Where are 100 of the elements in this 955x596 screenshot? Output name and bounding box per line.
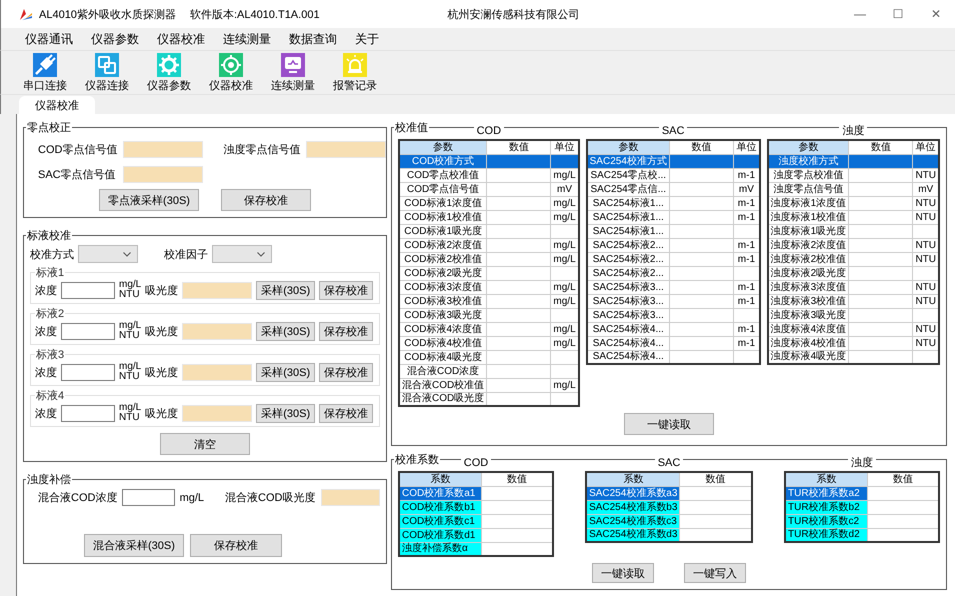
table-row[interactable]: 浊度标液3吸光度	[768, 308, 939, 322]
menu-item[interactable]: 数据查询	[287, 28, 339, 50]
table-row[interactable]: 浊度标液1校准值 NTU	[768, 210, 939, 224]
table-cell[interactable]: COD校准系数b1	[399, 500, 481, 514]
table-cell[interactable]: SAC254校准系数c3	[586, 514, 680, 528]
table-row[interactable]: SAC254标液1... m-1	[586, 210, 760, 224]
table-row[interactable]: 浊度标液4吸光度	[768, 350, 939, 364]
table-row[interactable]: COD标液1吸光度	[399, 224, 579, 238]
menu-item[interactable]: 仪器校准	[155, 28, 207, 50]
table-row[interactable]: SAC254零点校... m-1	[586, 168, 760, 182]
table-row[interactable]: COD标液3校准值 mg/L	[399, 294, 579, 308]
table-cell[interactable]: COD校准系数a1	[399, 486, 481, 500]
menu-item[interactable]: 仪器参数	[89, 28, 141, 50]
table-row[interactable]: 浊度校准方式	[768, 154, 939, 168]
button[interactable]: 采样(30S)	[256, 280, 316, 300]
input-field[interactable]	[122, 489, 175, 506]
input-field[interactable]	[61, 404, 115, 422]
table-row[interactable]: SAC254标液4...	[586, 350, 760, 364]
table-row[interactable]: COD标液4校准值 mg/L	[399, 336, 579, 350]
table-row[interactable]: COD标液1浓度值 mg/L	[399, 196, 579, 210]
minimize-button[interactable]: —	[841, 7, 879, 21]
unit-label: NTU	[119, 290, 140, 300]
table-row[interactable]: 浊度标液2校准值 NTU	[768, 252, 939, 266]
button[interactable]: 保存校准	[319, 362, 374, 382]
toolbar-button[interactable]: 串口连接	[21, 51, 69, 94]
table-cell[interactable]: SAC254校准系数d3	[586, 528, 680, 542]
table-cell[interactable]: COD校准系数c1	[399, 514, 481, 528]
table-cell[interactable]: TUR校准系数c2	[785, 514, 867, 528]
table-row[interactable]: COD标液2校准值 mg/L	[399, 252, 579, 266]
table-cell[interactable]: SAC254校准系数a3	[586, 486, 680, 500]
button[interactable]: 混合液采样(30S)	[84, 534, 184, 557]
table-row[interactable]: 混合液COD吸光度	[399, 392, 579, 406]
toolbar-button[interactable]: 仪器校准	[207, 51, 255, 94]
table-row[interactable]: SAC254标液2... m-1	[586, 238, 760, 252]
tab[interactable]: 仪器校准	[19, 96, 95, 114]
table-row[interactable]: 浊度标液4浓度值 NTU	[768, 322, 939, 336]
button[interactable]: 一键写入	[684, 563, 746, 583]
table-row[interactable]: SAC254校准方式	[586, 154, 760, 168]
table-row[interactable]: COD标液2浓度值 mg/L	[399, 238, 579, 252]
table-row[interactable]: COD零点信号值 mV	[399, 182, 579, 196]
toolbar-button[interactable]: 连续测量	[269, 51, 317, 94]
table-row[interactable]: SAC254标液2...	[586, 266, 760, 280]
table-row[interactable]: COD标液4浓度值 mg/L	[399, 322, 579, 336]
table-cell[interactable]: TUR校准系数b2	[785, 500, 867, 514]
table-row[interactable]: SAC254零点信... mV	[586, 182, 760, 196]
table-cell[interactable]: COD校准系数d1	[399, 528, 481, 542]
table-row[interactable]: 浊度零点校准值 NTU	[768, 168, 939, 182]
toolbar-button[interactable]: 仪器连接	[83, 51, 131, 94]
table-row[interactable]: 浊度标液3校准值 NTU	[768, 294, 939, 308]
table-row[interactable]: SAC254标液3... m-1	[586, 294, 760, 308]
button[interactable]: 一键读取	[592, 563, 654, 583]
button[interactable]: 采样(30S)	[256, 322, 316, 340]
menu-item[interactable]: 连续测量	[221, 28, 273, 50]
button[interactable]: 采样(30S)	[256, 404, 316, 422]
button[interactable]: 保存校准	[319, 404, 374, 422]
table-cell[interactable]: TUR校准系数a2	[785, 486, 867, 500]
toolbar-button[interactable]: 报警记录	[331, 51, 379, 94]
table-row[interactable]: 浊度标液4校准值 NTU	[768, 336, 939, 350]
table-cell[interactable]: SAC254校准系数b3	[586, 500, 680, 514]
button[interactable]: 一键读取	[624, 413, 714, 435]
table-row[interactable]: SAC254标液3...	[586, 308, 760, 322]
table-row[interactable]: SAC254标液4... m-1	[586, 336, 760, 350]
table-row[interactable]: 浊度标液3浓度值 NTU	[768, 280, 939, 294]
table-cell[interactable]: 浊度补偿系数α	[399, 542, 481, 556]
maximize-button[interactable]: ☐	[879, 7, 917, 21]
table-row[interactable]: COD标液2吸光度	[399, 266, 579, 280]
toolbar-button[interactable]: 仪器参数	[145, 51, 193, 94]
table-row[interactable]: 混合液COD校准值 mg/L	[399, 378, 579, 392]
table-row[interactable]: COD标液4吸光度	[399, 350, 579, 364]
table-row[interactable]: COD标液3浓度值 mg/L	[399, 280, 579, 294]
table-row[interactable]: SAC254标液4... m-1	[586, 322, 760, 336]
table-row[interactable]: 浊度标液2浓度值 NTU	[768, 238, 939, 252]
button[interactable]: 清空	[160, 433, 250, 455]
table-row[interactable]: 浊度标液2吸光度	[768, 266, 939, 280]
button[interactable]: 零点液采样(30S)	[99, 189, 199, 211]
menu-item[interactable]: 仪器通讯	[23, 28, 75, 50]
table-row[interactable]: COD校准方式	[399, 154, 579, 168]
table-row[interactable]: COD标液1校准值 mg/L	[399, 210, 579, 224]
table-cell: m-1	[734, 238, 760, 252]
table-row[interactable]: SAC254标液1...	[586, 224, 760, 238]
table-row[interactable]: SAC254标液3... m-1	[586, 280, 760, 294]
table-row[interactable]: SAC254标液2... m-1	[586, 252, 760, 266]
table-row[interactable]: 浊度标液1吸光度	[768, 224, 939, 238]
close-button[interactable]: ✕	[917, 7, 955, 21]
button[interactable]: 保存校准	[319, 280, 374, 300]
table-row[interactable]: SAC254标液1... m-1	[586, 196, 760, 210]
button[interactable]: 保存校准	[319, 322, 374, 340]
table-cell[interactable]: TUR校准系数d2	[785, 528, 867, 542]
input-field[interactable]	[61, 364, 115, 380]
menu-item[interactable]: 关于	[353, 28, 381, 50]
button[interactable]: 保存校准	[190, 534, 282, 557]
input-field[interactable]	[61, 282, 115, 298]
table-row[interactable]: COD标液3吸光度	[399, 308, 579, 322]
table-row[interactable]: 浊度零点信号值 mV	[768, 182, 939, 196]
button[interactable]: 采样(30S)	[256, 362, 316, 382]
table-row[interactable]: 浊度标液1浓度值 NTU	[768, 196, 939, 210]
button[interactable]: 保存校准	[220, 189, 311, 211]
input-field[interactable]	[61, 322, 115, 340]
table-row[interactable]: 混合液COD浓度	[399, 364, 579, 378]
table-row[interactable]: COD零点校准值 mg/L	[399, 168, 579, 182]
